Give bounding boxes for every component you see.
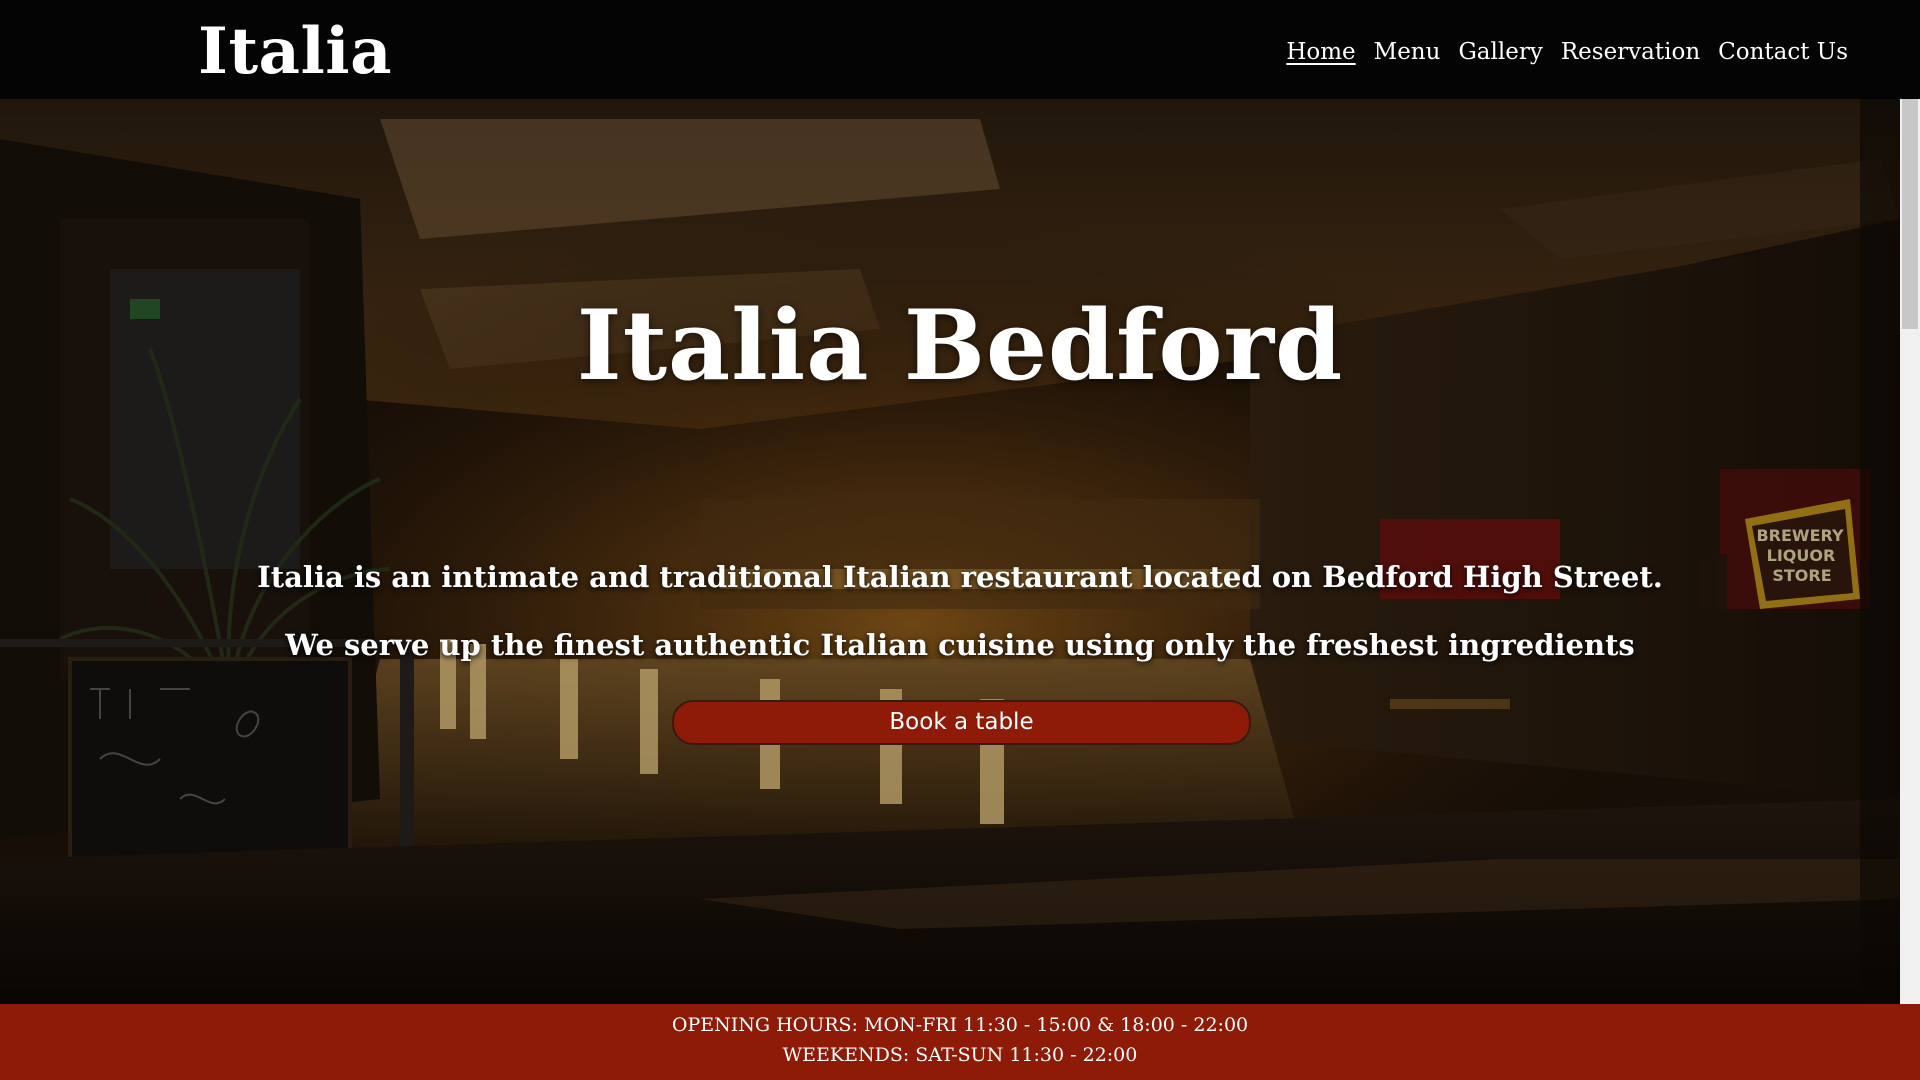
main-nav: Home Menu Gallery Reservation Contact Us [1286, 32, 1848, 72]
logo[interactable]: Italia [198, 10, 392, 94]
nav-contact-us[interactable]: Contact Us [1718, 32, 1848, 72]
hero-intro-line: Italia is an intimate and traditional It… [257, 560, 1663, 594]
nav-reservation[interactable]: Reservation [1561, 32, 1700, 72]
book-table-button[interactable]: Book a table [672, 700, 1251, 745]
nav-menu[interactable]: Menu [1374, 32, 1441, 72]
hero-title: Italia Bedford [576, 289, 1344, 402]
nav-gallery[interactable]: Gallery [1458, 32, 1542, 72]
opening-hours-weekends: WEEKENDS: SAT-SUN 11:30 - 22:00 [782, 1044, 1138, 1066]
site-header: Italia Home Menu Gallery Reservation Con… [0, 0, 1920, 99]
nav-home[interactable]: Home [1286, 32, 1355, 72]
scrollbar-thumb[interactable] [1902, 99, 1918, 329]
hero-section: BREWERY LIQUOR STORE Italia Bedford Ital… [0, 99, 1900, 1004]
opening-hours-weekdays: OPENING HOURS: MON-FRI 11:30 - 15:00 & 1… [671, 1014, 1249, 1036]
scrollbar[interactable] [1900, 99, 1920, 1004]
opening-hours-bar: OPENING HOURS: MON-FRI 11:30 - 15:00 & 1… [0, 1004, 1920, 1080]
hero-overlay [0, 99, 1900, 1004]
hero-cuisine-line: We serve up the finest authentic Italian… [285, 628, 1635, 662]
page: Italia Home Menu Gallery Reservation Con… [0, 0, 1920, 1080]
